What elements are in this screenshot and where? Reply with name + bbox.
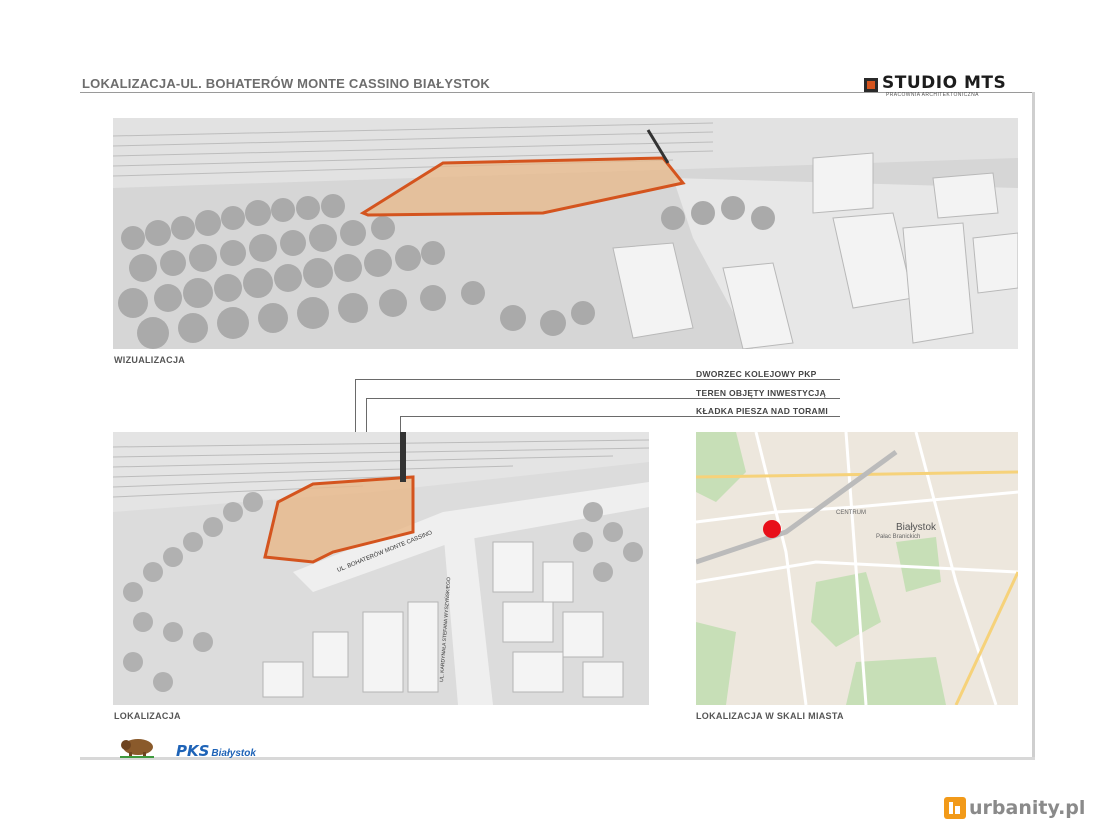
pks-city: Białystok [211,748,256,759]
location-caption: LOKALIZACJA [114,711,181,721]
urbanity-logo-icon [944,797,966,819]
map-location-marker [763,520,781,538]
studio-logo: STUDIO MTS PRACOWNIA ARCHITEKTONICZNA [864,73,1024,100]
urbanity-watermark: urbanity.pl [944,797,1085,821]
map-city-label: Białystok [896,522,937,533]
page-title: LOKALIZACJA-UL. BOHATERÓW MONTE CASSINO … [82,76,490,91]
city-map: Białystok CENTRUM Pałac Branickich [696,432,1018,705]
callout-line-investment [366,398,840,399]
callout-label-station: DWORZEC KOLEJOWY PKP [696,369,817,379]
logo-subtitle: PRACOWNIA ARCHITEKTONICZNA [886,92,979,98]
city-map-caption: LOKALIZACJA W SKALI MIASTA [696,711,844,721]
pks-logo: PKS Białystok [176,742,256,761]
bison-logo [118,735,156,759]
pks-mark: PKS [176,742,210,760]
visualization-image [113,118,1018,349]
callout-leader-station [355,379,356,439]
location-image: UL. BOHATERÓW MONTE CASSINO UL. KARDYNAŁ… [113,432,649,705]
watermark-text: urbanity.pl [969,797,1086,819]
sheet-border-right [1032,92,1035,757]
visualization-caption: WIZUALIZACJA [114,355,186,365]
map-district-label-palace: Pałac Branickich [876,534,920,540]
logo-text: STUDIO MTS [882,73,1007,93]
callout-label-footbridge: KŁADKA PIESZA NAD TORAMI [696,406,829,416]
callout-label-investment: TEREN OBJĘTY INWESTYCJĄ [696,388,827,398]
logo-mark-icon [864,78,878,92]
callout-line-station [355,379,840,380]
callout-line-footbridge [400,416,840,417]
map-district-label-centrum: CENTRUM [836,510,866,516]
